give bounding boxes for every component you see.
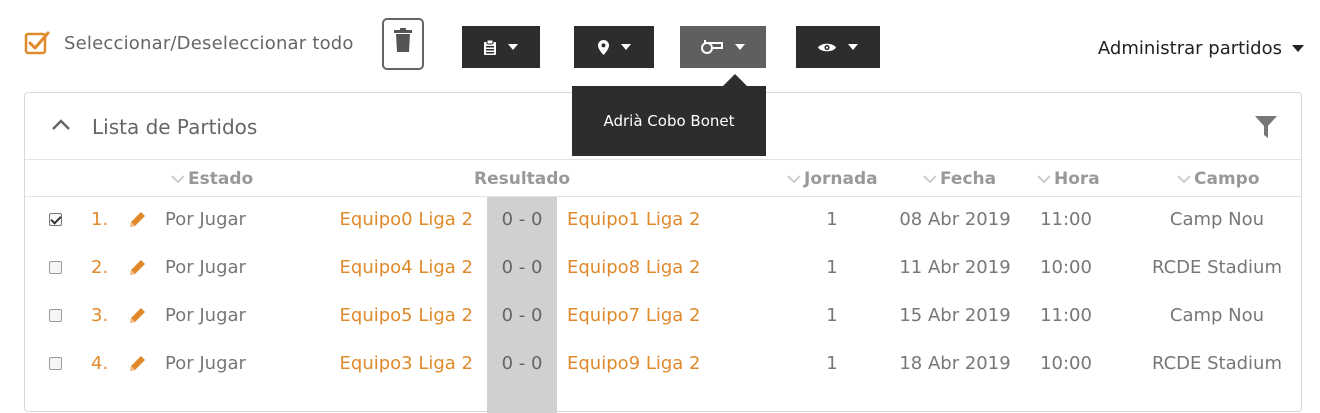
chevron-down-icon — [848, 44, 858, 50]
match-round: 1 — [826, 305, 838, 326]
visibility-dropdown-button[interactable] — [796, 26, 880, 68]
match-time: 10:00 — [1040, 257, 1092, 278]
match-time: 11:00 — [1040, 305, 1092, 326]
column-header-label: Jornada — [804, 169, 878, 189]
pencil-icon[interactable] — [127, 258, 147, 278]
column-header-jornada[interactable]: Jornada — [787, 169, 878, 189]
pencil-icon[interactable] — [127, 354, 147, 374]
caret-down-icon — [1292, 45, 1304, 52]
panel-title: Lista de Partidos — [92, 115, 258, 139]
match-round: 1 — [826, 209, 838, 230]
away-team-link[interactable]: Equipo1 Liga 2 — [567, 209, 700, 230]
home-team-link[interactable]: Equipo0 Liga 2 — [340, 209, 473, 230]
manage-matches-dropdown[interactable]: Administrar partidos — [1098, 38, 1304, 59]
match-field: Camp Nou — [1169, 305, 1265, 326]
match-score: 0 - 0 — [501, 257, 543, 278]
match-round: 1 — [826, 353, 838, 374]
location-dropdown-button[interactable] — [574, 26, 654, 68]
match-round: 1 — [826, 257, 838, 278]
away-team-link[interactable]: Equipo7 Liga 2 — [567, 305, 700, 326]
row-checkbox[interactable] — [49, 261, 62, 274]
row-number: 1. — [91, 209, 109, 230]
chevron-down-icon — [735, 44, 745, 50]
clipboard-icon — [484, 39, 496, 55]
table-row: 4. Por Jugar Equipo3 Liga 2 0 - 0 Equipo… — [25, 341, 1301, 389]
column-header-hora[interactable]: Hora — [1037, 169, 1100, 189]
away-team-link[interactable]: Equipo8 Liga 2 — [567, 257, 700, 278]
match-status: Por Jugar — [165, 209, 246, 230]
match-score: 0 - 0 — [501, 305, 543, 326]
sort-chevron-icon — [1177, 175, 1191, 184]
chevron-up-icon[interactable] — [51, 118, 71, 131]
delete-button[interactable] — [382, 18, 424, 70]
away-team-link[interactable]: Equipo9 Liga 2 — [567, 353, 700, 374]
row-checkbox[interactable] — [49, 309, 62, 322]
table-row: 1. Por Jugar Equipo0 Liga 2 0 - 0 Equipo… — [25, 197, 1301, 245]
column-header-campo[interactable]: Campo — [1177, 169, 1260, 189]
match-score: 0 - 0 — [501, 353, 543, 374]
column-header-label: Hora — [1054, 169, 1100, 189]
match-status: Por Jugar — [165, 305, 246, 326]
column-header-label: Campo — [1194, 169, 1260, 189]
eye-icon — [818, 43, 836, 51]
chevron-down-icon — [508, 44, 518, 50]
manage-matches-label: Administrar partidos — [1097, 38, 1282, 59]
select-all-label: Seleccionar/Deseleccionar todo — [64, 32, 354, 54]
column-header-label: Fecha — [940, 169, 997, 189]
home-team-link[interactable]: Equipo4 Liga 2 — [340, 257, 473, 278]
match-field: Camp Nou — [1169, 209, 1265, 230]
column-header-estado[interactable]: Estado — [171, 169, 253, 189]
filter-icon[interactable] — [1255, 116, 1277, 138]
match-date: 15 Abr 2019 — [899, 305, 1011, 326]
column-header-resultado: Resultado — [474, 169, 570, 189]
sort-chevron-icon — [787, 175, 801, 184]
trash-icon — [394, 28, 412, 52]
pencil-icon[interactable] — [127, 306, 147, 326]
row-checkbox[interactable] — [49, 357, 62, 370]
row-checkbox[interactable] — [49, 213, 62, 226]
whistle-icon — [701, 40, 723, 54]
referee-dropdown-button[interactable] — [680, 26, 766, 68]
chevron-down-icon — [620, 44, 631, 50]
home-team-link[interactable]: Equipo3 Liga 2 — [340, 353, 473, 374]
sort-chevron-icon — [923, 175, 937, 184]
match-field: RCDE Stadium — [1151, 353, 1283, 374]
match-time: 10:00 — [1040, 353, 1092, 374]
column-header-fecha[interactable]: Fecha — [923, 169, 996, 189]
pencil-icon[interactable] — [127, 210, 147, 230]
map-pin-icon — [597, 39, 609, 55]
select-all-toggle[interactable]: Seleccionar/Deseleccionar todo — [24, 30, 354, 56]
match-status: Por Jugar — [165, 257, 246, 278]
column-header-label: Estado — [188, 169, 254, 189]
match-date: 08 Abr 2019 — [899, 209, 1011, 230]
row-number: 2. — [91, 257, 109, 278]
checkbox-checked-icon[interactable] — [24, 30, 50, 56]
clipboard-dropdown-button[interactable] — [462, 26, 540, 68]
sort-chevron-icon — [1037, 175, 1051, 184]
match-score: 0 - 0 — [501, 209, 543, 230]
tooltip-arrow — [723, 74, 747, 86]
row-number: 3. — [91, 305, 109, 326]
match-time: 11:00 — [1040, 209, 1092, 230]
match-field: RCDE Stadium — [1151, 257, 1283, 278]
table-row: 3. Por Jugar Equipo5 Liga 2 0 - 0 Equipo… — [25, 293, 1301, 341]
home-team-link[interactable]: Equipo5 Liga 2 — [340, 305, 473, 326]
table-row: 2. Por Jugar Equipo4 Liga 2 0 - 0 Equipo… — [25, 245, 1301, 293]
column-header-label: Resultado — [474, 169, 571, 189]
tooltip-text: Adrià Cobo Bonet — [603, 112, 735, 130]
match-status: Por Jugar — [165, 353, 246, 374]
sort-chevron-icon — [171, 175, 185, 184]
referee-tooltip: Adrià Cobo Bonet — [572, 86, 766, 156]
match-date: 11 Abr 2019 — [899, 257, 1011, 278]
match-date: 18 Abr 2019 — [899, 353, 1011, 374]
row-number: 4. — [91, 353, 109, 374]
